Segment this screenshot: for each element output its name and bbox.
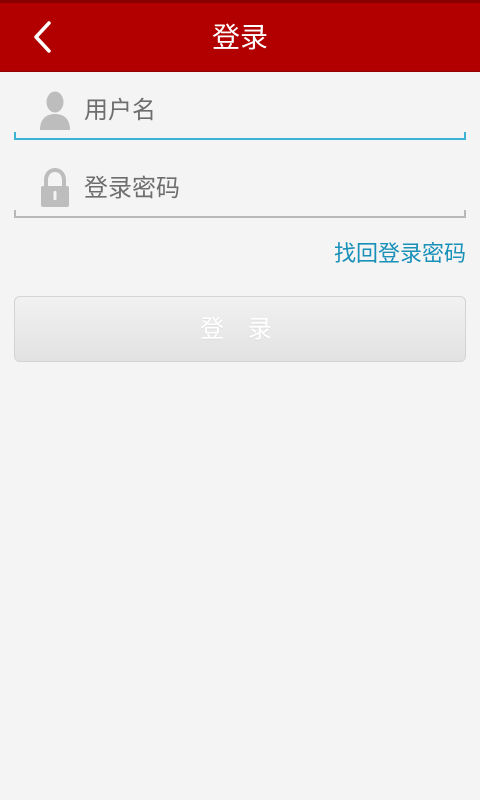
lock-icon bbox=[41, 168, 69, 207]
password-input[interactable] bbox=[84, 170, 454, 206]
username-input[interactable] bbox=[84, 92, 454, 128]
password-field[interactable] bbox=[14, 162, 466, 218]
app-header: 登录 bbox=[0, 0, 480, 72]
password-underline bbox=[14, 210, 466, 218]
username-field[interactable] bbox=[14, 84, 466, 140]
page-title: 登录 bbox=[211, 21, 268, 54]
login-button[interactable]: 登 录 bbox=[14, 296, 466, 362]
user-icon bbox=[40, 91, 70, 130]
forgot-password-link[interactable]: 找回登录密码 bbox=[334, 236, 466, 268]
username-underline bbox=[14, 132, 466, 140]
